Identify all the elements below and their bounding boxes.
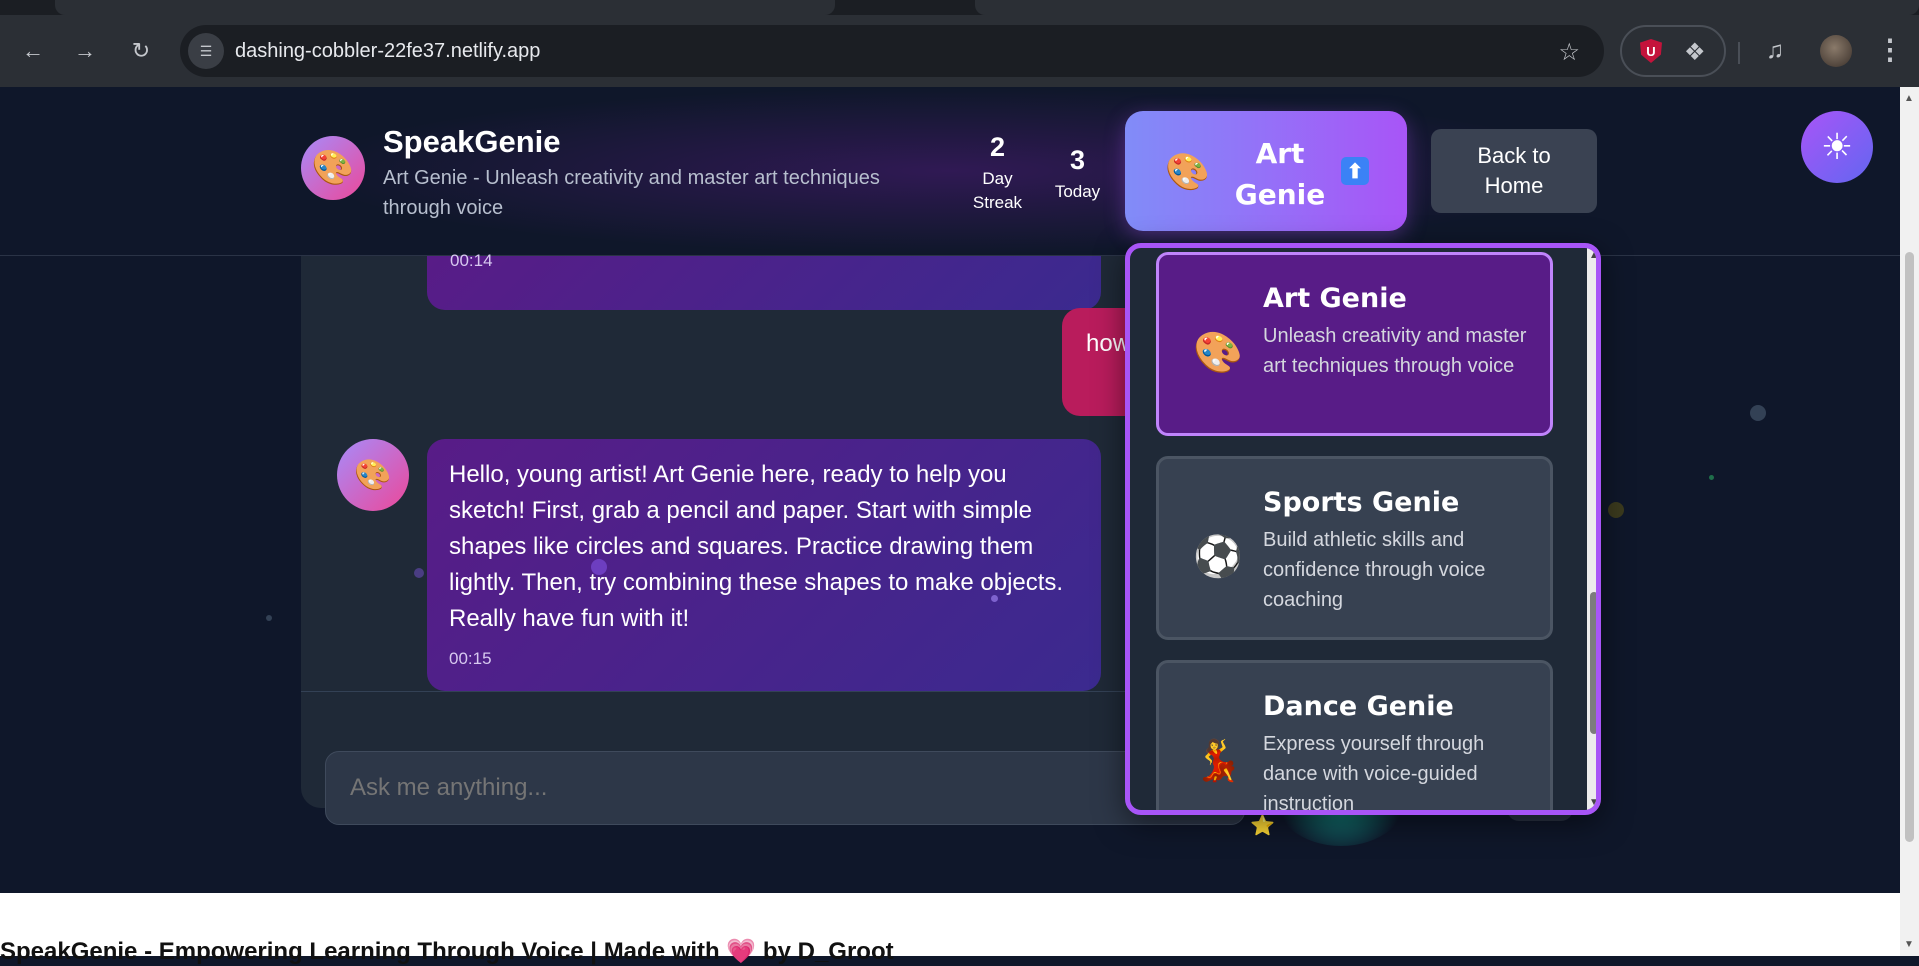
bot-message-text: Hello, young artist! Art Genie here, rea…: [449, 461, 1064, 632]
back-to-home-label: Back to Home: [1477, 143, 1551, 198]
sun-icon: ☀: [1820, 126, 1854, 167]
message-timestamp: 00:14: [450, 251, 493, 270]
arrow-left-icon: ←: [22, 38, 44, 63]
today-stat: 3 Today: [1050, 145, 1105, 204]
star-icon: ⭐: [1250, 815, 1275, 837]
app-subtitle: Art Genie - Unleash creativity and maste…: [383, 167, 880, 219]
message-timestamp: 00:15: [449, 649, 492, 668]
toolbar-divider: [1738, 42, 1740, 64]
dropdown-scroll-thumb[interactable]: [1590, 592, 1596, 734]
streak-stat: 2 Day Streak: [965, 132, 1030, 215]
site-info-button[interactable]: ☰: [188, 33, 224, 69]
background-particle: [1750, 405, 1766, 421]
genie-option-description: Unleash creativity and master art techni…: [1263, 325, 1527, 377]
page-scroll-thumb[interactable]: [1905, 252, 1914, 842]
background-particle: [991, 595, 998, 602]
reload-button[interactable]: ↻: [125, 35, 157, 67]
background-particle: [414, 568, 424, 578]
selector-label: Art Genie: [1234, 137, 1326, 211]
app-title: SpeakGenie: [383, 124, 561, 159]
tune-icon: ☰: [199, 42, 213, 59]
forward-button[interactable]: →: [69, 35, 101, 67]
page-scrollbar[interactable]: ▲ ▼: [1900, 87, 1919, 956]
genie-option-sports[interactable]: ⚽ Sports Genie Build athletic skills and…: [1156, 456, 1553, 640]
background-particle: [266, 615, 272, 621]
avatar[interactable]: [1820, 35, 1852, 67]
reload-icon: ↻: [131, 38, 151, 63]
app-header: 🎨 SpeakGenie Art Genie - Unleash creativ…: [0, 87, 1900, 256]
footer-text: SpeakGenie - Empowering Learning Through…: [0, 937, 894, 966]
genie-selector-button[interactable]: 🎨 Art Genie ⬆: [1125, 111, 1407, 231]
genie-option-title: Dance Genie: [1263, 691, 1454, 722]
footer-text-end: by D_Groot: [756, 938, 894, 965]
more-vert-icon[interactable]: ⋮: [1876, 33, 1904, 66]
heart-icon: 💗: [726, 938, 757, 965]
page-footer: SpeakGenie - Empowering Learning Through…: [0, 893, 1900, 965]
today-label: Today: [1054, 182, 1101, 201]
back-to-home-button[interactable]: Back to Home: [1431, 129, 1597, 213]
scroll-down-icon[interactable]: ▼: [1904, 939, 1914, 950]
genie-dropdown: 🎨 Art Genie Unleash creativity and maste…: [1125, 243, 1601, 815]
soccer-ball-icon: ⚽: [1193, 535, 1243, 579]
palette-icon: 🎨: [1165, 151, 1210, 192]
browser-tab[interactable]: [975, 0, 1919, 15]
palette-icon: 🎨: [1193, 331, 1243, 375]
genie-option-dance[interactable]: 💃 Dance Genie Express yourself through d…: [1156, 660, 1553, 815]
dropdown-scrollbar[interactable]: ▲ ▼: [1587, 248, 1596, 810]
genie-option-title: Art Genie: [1263, 283, 1407, 314]
tab-strip: [0, 0, 1919, 15]
genie-option-title: Sports Genie: [1263, 487, 1460, 518]
extensions-group: U ❖: [1620, 25, 1726, 77]
arrow-right-icon: →: [74, 38, 96, 63]
scroll-up-icon[interactable]: ▲: [1904, 93, 1914, 104]
bot-message-bubble: Hello, young artist! Art Genie here, rea…: [427, 439, 1101, 691]
url-text[interactable]: dashing-cobbler-22fe37.netlify.app: [235, 40, 540, 63]
browser-tab[interactable]: [55, 0, 835, 15]
browser-toolbar: ← → ↻ ☰ dashing-cobbler-22fe37.netlify.a…: [0, 15, 1919, 87]
puzzle-icon[interactable]: ❖: [1684, 38, 1706, 67]
background-particle: [1709, 475, 1714, 480]
chat-input[interactable]: [325, 751, 1245, 825]
back-button[interactable]: ←: [17, 35, 49, 67]
address-bar[interactable]: ☰ dashing-cobbler-22fe37.netlify.app ☆: [180, 25, 1604, 77]
user-message-text: how: [1086, 330, 1131, 357]
media-controls-icon[interactable]: ♫: [1766, 37, 1784, 65]
genie-option-description: Express yourself through dance with voic…: [1263, 733, 1485, 815]
dancer-icon: 💃: [1193, 739, 1243, 783]
arrow-up-icon: ⬆: [1341, 157, 1369, 185]
star-outline-icon[interactable]: ☆: [1558, 38, 1580, 67]
theme-toggle-button[interactable]: ☀: [1801, 111, 1873, 183]
ublock-origin-icon[interactable]: U: [1640, 39, 1662, 63]
genie-option-art[interactable]: 🎨 Art Genie Unleash creativity and maste…: [1156, 252, 1553, 436]
background-particle: [1608, 502, 1624, 518]
today-value: 3: [1069, 145, 1086, 175]
background-particle: [591, 559, 607, 575]
app-logo: 🎨: [301, 136, 365, 200]
scroll-up-icon[interactable]: ▲: [1589, 250, 1596, 261]
genie-option-description: Build athletic skills and confidence thr…: [1263, 529, 1486, 611]
bot-avatar: 🎨: [337, 439, 409, 511]
page-viewport: 🎨 SpeakGenie Art Genie - Unleash creativ…: [0, 87, 1900, 893]
footer-text-start: SpeakGenie - Empowering Learning Through…: [0, 938, 727, 965]
scroll-down-icon[interactable]: ▼: [1589, 797, 1596, 808]
bot-message-bubble: 00:14: [427, 251, 1101, 310]
streak-value: 2: [989, 132, 1006, 162]
streak-label: Day Streak: [972, 169, 1023, 212]
